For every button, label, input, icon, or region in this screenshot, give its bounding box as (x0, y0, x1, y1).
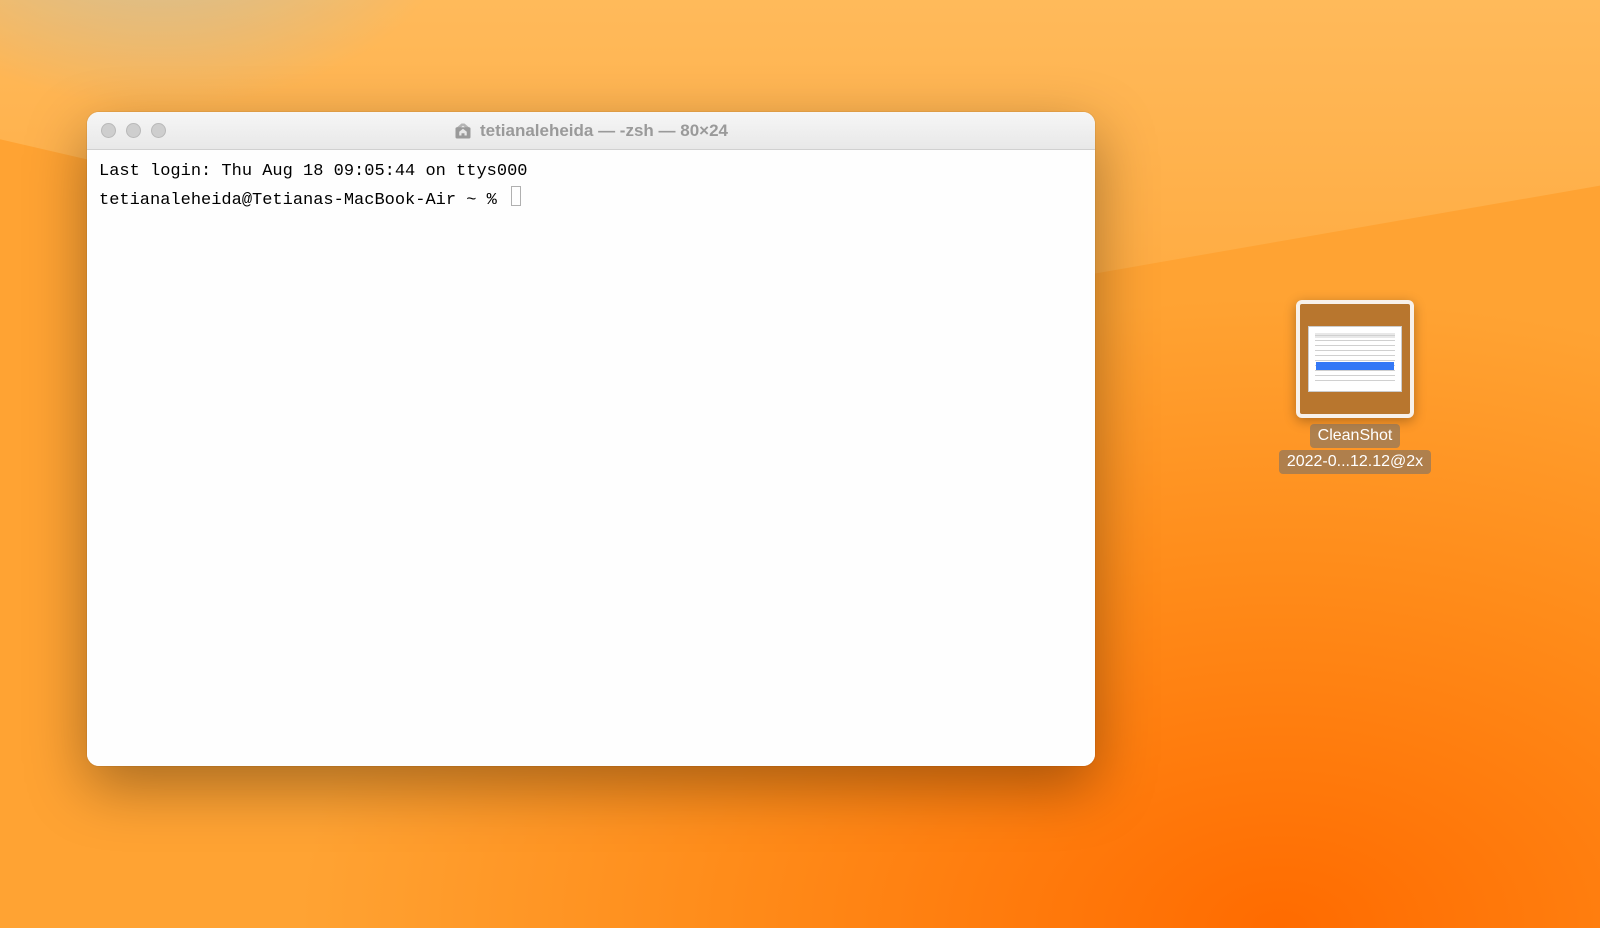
file-name-line2: 2022-0...12.12@2x (1279, 450, 1431, 474)
last-login-line: Last login: Thu Aug 18 09:05:44 on ttys0… (99, 160, 1083, 184)
terminal-cursor[interactable] (511, 186, 521, 206)
minimize-button[interactable] (126, 123, 141, 138)
traffic-lights (101, 123, 166, 138)
window-title-text: tetianaleheida — -zsh — 80×24 (480, 121, 728, 141)
zoom-button[interactable] (151, 123, 166, 138)
file-label[interactable]: CleanShot 2022-0...12.12@2x (1279, 424, 1431, 474)
close-button[interactable] (101, 123, 116, 138)
file-name-line1: CleanShot (1310, 424, 1401, 448)
file-thumbnail-preview (1308, 326, 1402, 392)
desktop-file-item[interactable]: CleanShot 2022-0...12.12@2x (1290, 300, 1420, 474)
home-folder-icon (454, 122, 472, 140)
terminal-window[interactable]: tetianaleheida — -zsh — 80×24 Last login… (87, 112, 1095, 766)
window-titlebar[interactable]: tetianaleheida — -zsh — 80×24 (87, 112, 1095, 150)
window-title: tetianaleheida — -zsh — 80×24 (454, 121, 728, 141)
shell-prompt: tetianaleheida@Tetianas-MacBook-Air ~ % (99, 189, 507, 213)
terminal-content[interactable]: Last login: Thu Aug 18 09:05:44 on ttys0… (87, 150, 1095, 766)
prompt-line: tetianaleheida@Tetianas-MacBook-Air ~ % (99, 184, 1083, 213)
file-thumbnail-icon[interactable] (1296, 300, 1414, 418)
